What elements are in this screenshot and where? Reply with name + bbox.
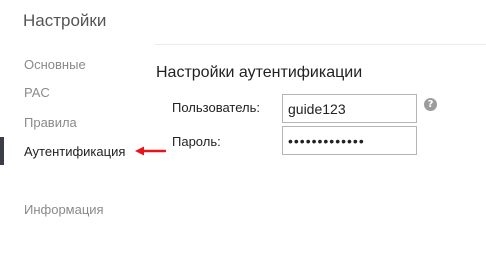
section-divider [155, 44, 486, 45]
password-label: Пароль: [172, 134, 221, 149]
red-arrow-left-icon [135, 146, 166, 156]
sidebar-item-main[interactable]: Основные [24, 57, 86, 72]
section-title: Настройки аутентификации [156, 64, 363, 81]
page-title: Настройки [23, 11, 107, 30]
username-label: Пользователь: [172, 100, 260, 115]
sidebar-item-information[interactable]: Информация [24, 202, 104, 217]
help-icon[interactable]: ? [424, 98, 437, 111]
sidebar-item-authentication[interactable]: Аутентификация [24, 144, 125, 159]
password-field[interactable] [282, 126, 417, 155]
username-field[interactable] [282, 94, 417, 123]
sidebar-item-pac[interactable]: PAC [24, 85, 50, 100]
sidebar-item-rules[interactable]: Правила [24, 115, 77, 130]
sidebar-active-marker [0, 137, 4, 165]
